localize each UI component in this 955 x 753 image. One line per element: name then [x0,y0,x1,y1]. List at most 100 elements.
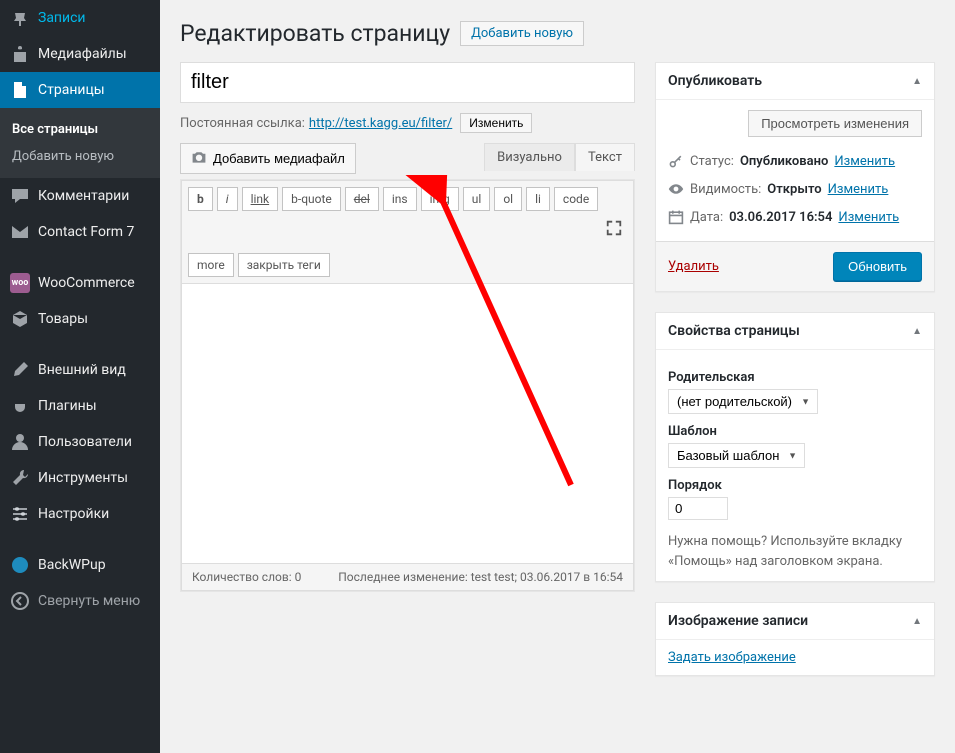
page-attributes-header[interactable]: Свойства страницы ▲ [656,313,934,350]
fullscreen-icon[interactable] [601,215,627,245]
menu-comments[interactable]: Комментарии [0,178,160,214]
publish-box: Опубликовать ▲ Просмотреть изменения Ста… [655,62,935,292]
page-icon [10,80,30,100]
comment-icon [10,186,30,206]
qt-more[interactable]: more [188,253,234,277]
permalink-label: Постоянная ссылка: [180,116,305,131]
status-value: Опубликовано [740,154,828,169]
major-actions: Удалить Обновить [656,241,934,291]
publish-box-header[interactable]: Опубликовать ▲ [656,63,934,100]
visibility-edit-link[interactable]: Изменить [828,182,889,197]
menu-label: Contact Form 7 [38,224,134,240]
menu-label: Инструменты [38,470,128,486]
calendar-icon [668,209,684,225]
menu-tools[interactable]: Инструменты [0,460,160,496]
set-featured-image-link[interactable]: Задать изображение [668,650,796,665]
menu-settings[interactable]: Настройки [0,496,160,532]
menu-cf7[interactable]: Contact Form 7 [0,214,160,250]
collapse-icon [10,591,30,611]
toggle-icon: ▲ [912,616,922,627]
template-select[interactable]: Базовый шаблон [668,443,805,468]
menu-label: Медиафайлы [38,46,127,62]
menu-label: WooCommerce [38,275,135,291]
parent-select[interactable]: (нет родительской) [668,389,818,414]
admin-sidebar: Записи Медиафайлы Страницы Все страницы … [0,0,160,753]
update-button[interactable]: Обновить [833,252,922,281]
qt-ol[interactable]: ol [494,187,522,211]
visibility-row: Видимость: Открыто Изменить [668,175,922,203]
qt-b[interactable]: b [188,187,213,211]
featured-image-title: Изображение записи [668,613,808,629]
sidebar-column: Опубликовать ▲ Просмотреть изменения Ста… [655,62,935,696]
product-icon [10,309,30,329]
menu-plugins[interactable]: Плагины [0,388,160,424]
menu-posts[interactable]: Записи [0,0,160,36]
tab-visual[interactable]: Визуально [484,143,575,171]
permalink-link[interactable]: http://test.kagg.eu/filter/ [309,116,452,131]
date-value: 03.06.2017 16:54 [729,210,832,225]
menu-label: Товары [38,311,88,327]
order-label: Порядок [668,478,922,493]
delete-link[interactable]: Удалить [668,259,719,274]
date-edit-link[interactable]: Изменить [838,210,899,225]
media-icon [10,44,30,64]
editor-wrapper: b i link b-quote del ins img ul ol li co… [180,179,635,592]
page-attributes-box: Свойства страницы ▲ Родительская (нет ро… [655,312,935,582]
toggle-icon: ▲ [912,76,922,87]
preview-button[interactable]: Просмотреть изменения [748,110,922,137]
add-new-button[interactable]: Добавить новую [460,21,584,46]
qt-li[interactable]: li [526,187,550,211]
permalink-row: Постоянная ссылка: http://test.kagg.eu/f… [180,113,635,133]
date-row: Дата: 03.06.2017 16:54 Изменить [668,203,922,231]
editor-tabs: Визуально Текст [484,143,635,171]
menu-label: Плагины [38,398,97,414]
submenu-all-pages[interactable]: Все страницы [0,116,160,143]
tab-text[interactable]: Текст [575,143,635,171]
permalink-edit-button[interactable]: Изменить [460,113,532,133]
plugin-icon [10,396,30,416]
menu-users[interactable]: Пользователи [0,424,160,460]
featured-image-header[interactable]: Изображение записи ▲ [656,603,934,640]
template-label: Шаблон [668,424,922,439]
camera-icon [191,149,207,168]
main-content: Редактировать страницу Добавить новую По… [160,0,955,753]
qt-i[interactable]: i [217,187,238,211]
menu-backwpup[interactable]: BackWPup [0,547,160,583]
submenu-add-new[interactable]: Добавить новую [0,143,160,170]
qt-bquote[interactable]: b-quote [282,187,341,211]
quicktags-toolbar: b i link b-quote del ins img ul ol li co… [181,180,634,284]
media-tabs-row: Добавить медиафайл Визуально Текст [180,143,635,179]
parent-label: Родительская [668,370,922,385]
heading-row: Редактировать страницу Добавить новую [180,20,935,47]
menu-collapse[interactable]: Свернуть меню [0,583,160,619]
order-input[interactable] [668,497,728,520]
menu-appearance[interactable]: Внешний вид [0,352,160,388]
last-edit: Последнее изменение: test test; 03.06.20… [338,570,623,584]
qt-code[interactable]: code [554,187,598,211]
menu-woocommerce[interactable]: wooWooCommerce [0,265,160,301]
qt-del[interactable]: del [345,187,379,211]
menu-pages[interactable]: Страницы [0,72,160,108]
pin-icon [10,8,30,28]
post-title-input[interactable] [180,62,635,103]
qt-ul[interactable]: ul [463,187,491,211]
add-media-label: Добавить медиафайл [213,151,345,166]
user-icon [10,432,30,452]
add-media-button[interactable]: Добавить медиафайл [180,143,356,174]
qt-link[interactable]: link [242,187,279,211]
qt-close-tags[interactable]: закрыть теги [238,253,330,277]
status-row: Статус: Опубликовано Изменить [668,147,922,175]
page-attributes-title: Свойства страницы [668,323,800,339]
content-textarea[interactable] [181,284,634,564]
qt-ins[interactable]: ins [383,187,417,211]
qt-img[interactable]: img [421,187,459,211]
menu-label: Записи [38,10,86,26]
featured-image-box: Изображение записи ▲ Задать изображение [655,602,935,676]
editor-status-bar: Количество слов: 0 Последнее изменение: … [181,564,634,591]
status-edit-link[interactable]: Изменить [834,154,895,169]
publish-box-title: Опубликовать [668,73,762,89]
page-title: Редактировать страницу [180,20,450,47]
menu-media[interactable]: Медиафайлы [0,36,160,72]
menu-products[interactable]: Товары [0,301,160,337]
wrench-icon [10,468,30,488]
